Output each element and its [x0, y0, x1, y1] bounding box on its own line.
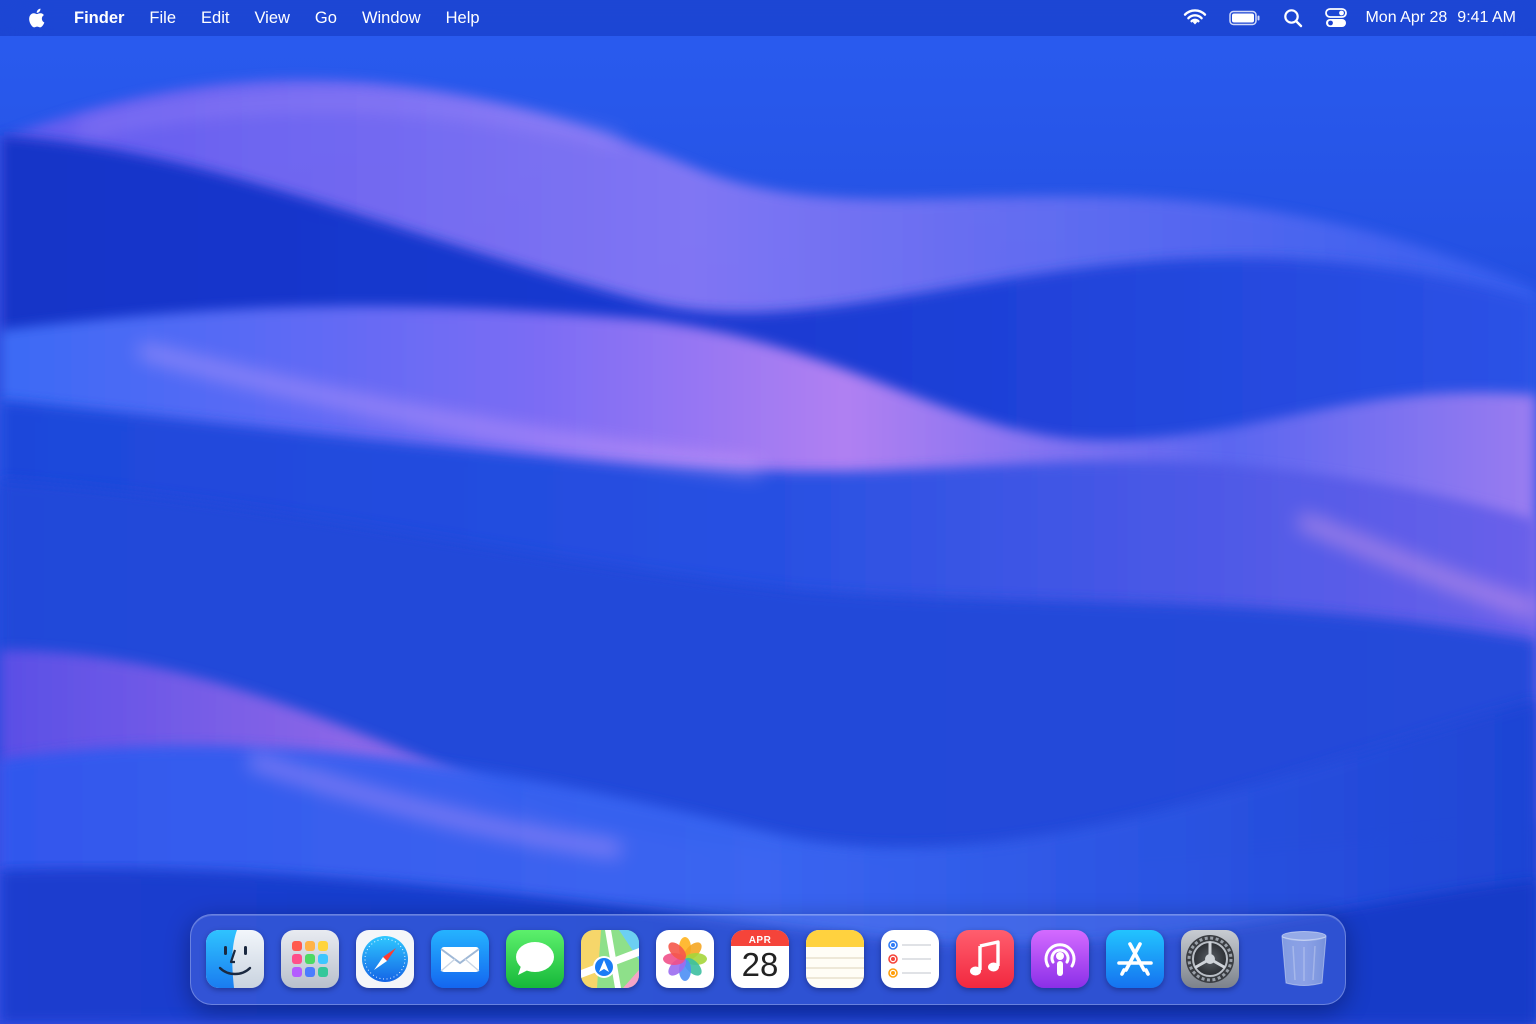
podcasts-icon — [1031, 930, 1089, 988]
menu-go[interactable]: Go — [315, 9, 337, 28]
menu-bar: Finder File Edit View Go Window Help Mon… — [0, 0, 1536, 36]
maps-icon — [581, 930, 639, 988]
menu-bar-left: Finder File Edit View Go Window Help — [0, 0, 505, 36]
menu-app-name[interactable]: Finder — [74, 9, 124, 28]
apple-menu-icon[interactable] — [26, 7, 48, 29]
menu-bar-status-area: Mon Apr 28 9:41 AM — [1161, 0, 1516, 36]
launchpad-icon — [281, 930, 339, 988]
dock-app-finder[interactable] — [206, 930, 264, 988]
app-store-icon — [1106, 930, 1164, 988]
calendar-month-label: APR — [748, 935, 772, 946]
dock-app-notes[interactable] — [806, 930, 864, 988]
dock-app-music[interactable] — [956, 930, 1014, 988]
menu-view[interactable]: View — [254, 9, 289, 28]
clock-date: Mon Apr 28 — [1365, 9, 1448, 26]
dock-trash[interactable] — [1275, 930, 1333, 988]
desktop-wallpaper — [0, 0, 1536, 1024]
calendar-day-label: 28 — [741, 946, 779, 983]
music-icon — [956, 930, 1014, 988]
battery-icon[interactable] — [1229, 10, 1261, 26]
dock-app-messages[interactable] — [506, 930, 564, 988]
safari-icon — [356, 930, 414, 988]
finder-icon — [206, 930, 264, 988]
control-center-icon[interactable] — [1325, 8, 1348, 28]
dock-app-system-settings[interactable] — [1181, 930, 1239, 988]
wifi-icon[interactable] — [1183, 9, 1207, 27]
mail-icon — [431, 930, 489, 988]
system-settings-icon — [1181, 930, 1239, 988]
trash-icon — [1281, 931, 1327, 986]
dock-app-app-store[interactable] — [1106, 930, 1164, 988]
messages-icon — [506, 930, 564, 988]
dock-app-photos[interactable] — [656, 930, 714, 988]
menu-window[interactable]: Window — [362, 9, 421, 28]
notes-icon — [806, 930, 864, 988]
menu-bar-clock[interactable]: Mon Apr 28 9:41 AM — [1365, 9, 1516, 27]
dock-app-podcasts[interactable] — [1031, 930, 1089, 988]
dock-app-launchpad[interactable] — [281, 930, 339, 988]
dock-app-maps[interactable] — [581, 930, 639, 988]
clock-time: 9:41 AM — [1457, 9, 1516, 26]
reminders-icon — [881, 930, 939, 988]
dock-app-safari[interactable] — [356, 930, 414, 988]
dock: APR 28 — [190, 914, 1346, 1005]
dock-app-mail[interactable] — [431, 930, 489, 988]
menu-edit[interactable]: Edit — [201, 9, 229, 28]
dock-app-reminders[interactable] — [881, 930, 939, 988]
spotlight-search-icon[interactable] — [1283, 8, 1303, 28]
menu-file[interactable]: File — [149, 9, 176, 28]
menu-help[interactable]: Help — [446, 9, 480, 28]
dock-app-calendar[interactable]: APR 28 — [731, 930, 789, 988]
photos-icon — [656, 930, 714, 988]
